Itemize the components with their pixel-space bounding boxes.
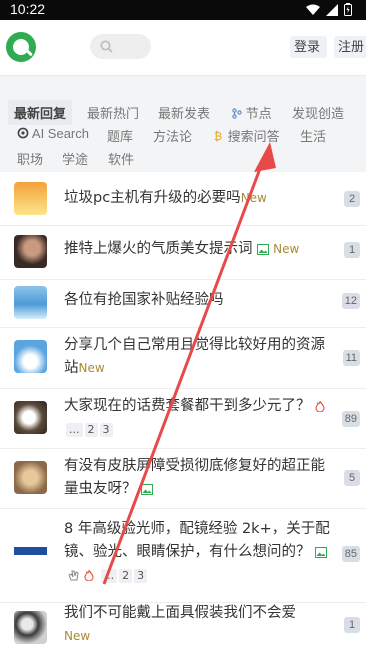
login-button[interactable]: 登录 bbox=[290, 36, 327, 58]
signal-icon bbox=[326, 3, 338, 16]
tab-latest-post[interactable]: 最新发表 bbox=[158, 103, 210, 122]
register-button[interactable]: 注册 bbox=[334, 36, 366, 58]
reply-count-badge[interactable]: 12 bbox=[341, 293, 360, 309]
tab-software[interactable]: 软件 bbox=[108, 149, 134, 168]
topic-title[interactable]: 各位有抢国家补贴经验吗 bbox=[64, 289, 334, 312]
tab-search-qa-label: 搜索问答 bbox=[227, 129, 280, 144]
tab-nodes-label: 节点 bbox=[245, 106, 272, 121]
fire-icon bbox=[314, 401, 325, 412]
topic-title[interactable]: 有没有皮肤屏障受损彻底修复好的超正能量虫友呀？ bbox=[64, 455, 334, 501]
topic-title-text: 8 年高级验光师，配镜经验 2k+，关于配镜、验光、眼睛保护，有什么想问的？ bbox=[64, 521, 330, 560]
fire-icon bbox=[84, 570, 94, 581]
reply-count-badge[interactable]: 1 bbox=[344, 617, 360, 633]
clap-icon bbox=[68, 570, 79, 581]
status-time: 10:22 bbox=[10, 1, 46, 17]
topic-title[interactable]: 8 年高级验光师，配镜经验 2k+，关于配镜、验光、眼睛保护，有什么想问的？ .… bbox=[64, 518, 334, 587]
status-bar: 10:22 bbox=[0, 0, 366, 20]
node-icon bbox=[232, 108, 242, 119]
tab-ai-search[interactable]: AI Search bbox=[17, 126, 89, 141]
new-tag: New bbox=[273, 242, 300, 256]
search-box[interactable] bbox=[90, 34, 151, 59]
image-icon bbox=[256, 244, 269, 255]
tab-latest-hot[interactable]: 最新热门 bbox=[87, 103, 139, 122]
avatar[interactable] bbox=[14, 235, 47, 268]
site-logo[interactable] bbox=[6, 32, 36, 62]
tab-latest-reply[interactable]: 最新回复 bbox=[8, 100, 73, 125]
svg-text:₿: ₿ bbox=[214, 130, 222, 142]
search-icon bbox=[100, 40, 113, 53]
topic-row[interactable]: 我们不可能戴上面具假装我们不会爱 New 1 bbox=[0, 603, 366, 655]
topic-title[interactable]: 垃圾pc主机有升级的必要吗New bbox=[64, 187, 334, 210]
image-icon bbox=[314, 547, 327, 558]
topic-row[interactable]: 垃圾pc主机有升级的必要吗New 2 bbox=[0, 172, 366, 226]
avatar[interactable] bbox=[14, 461, 47, 494]
topic-title-text: 推特上爆火的气质美女提示词 bbox=[64, 241, 253, 257]
topic-row[interactable]: 各位有抢国家补贴经验吗 12 bbox=[0, 280, 366, 328]
avatar[interactable] bbox=[14, 537, 47, 570]
tab-study[interactable]: 学途 bbox=[62, 149, 88, 168]
avatar[interactable] bbox=[14, 611, 47, 644]
avatar[interactable] bbox=[14, 182, 47, 215]
page-link[interactable]: 3 bbox=[99, 423, 113, 437]
tab-nodes[interactable]: 节点 bbox=[232, 103, 272, 122]
page-link[interactable]: 3 bbox=[134, 569, 148, 583]
avatar[interactable] bbox=[14, 286, 47, 319]
tab-methodology[interactable]: 方法论 bbox=[153, 126, 192, 145]
avatar[interactable] bbox=[14, 340, 47, 373]
page-link[interactable]: ... bbox=[100, 569, 118, 583]
tabs-band: 最新回复 最新热门 最新发表 节点 发现创造 AI Search 题库 方法论 … bbox=[0, 76, 366, 172]
tab-ai-search-label: AI Search bbox=[31, 126, 89, 141]
tab-discover[interactable]: 发现创造 bbox=[292, 103, 344, 122]
reply-count-badge[interactable]: 2 bbox=[344, 191, 360, 207]
battery-icon bbox=[344, 3, 352, 16]
new-tag: New bbox=[78, 361, 105, 375]
topic-row[interactable]: 分享几个自己常用且觉得比较好用的资源站New 11 bbox=[0, 328, 366, 389]
topic-title-text: 大家现在的话费套餐都干到多少元了？ bbox=[64, 398, 311, 414]
wifi-icon bbox=[306, 4, 320, 15]
page-link[interactable]: 2 bbox=[119, 569, 133, 583]
topic-title[interactable]: 推特上爆火的气质美女提示词 New bbox=[64, 238, 334, 261]
topic-title-text: 有没有皮肤屏障受损彻底修复好的超正能量虫友呀？ bbox=[64, 458, 325, 497]
topic-row[interactable]: 有没有皮肤屏障受损彻底修复好的超正能量虫友呀？ 5 bbox=[0, 449, 366, 509]
reply-count-badge[interactable]: 1 bbox=[344, 242, 360, 258]
top-header: 登录 注册 bbox=[0, 20, 366, 75]
topic-row[interactable]: 8 年高级验光师，配镜经验 2k+，关于配镜、验光、眼睛保护，有什么想问的？ .… bbox=[0, 509, 366, 603]
topic-row[interactable]: 大家现在的话费套餐都干到多少元了？ ... 2 3 89 bbox=[0, 389, 366, 449]
new-tag: New bbox=[64, 629, 91, 643]
reply-count-badge[interactable]: 5 bbox=[344, 470, 360, 486]
topic-title[interactable]: 分享几个自己常用且觉得比较好用的资源站New bbox=[64, 334, 334, 380]
tab-life[interactable]: 生活 bbox=[300, 126, 326, 145]
tab-workplace[interactable]: 职场 bbox=[17, 149, 43, 168]
reply-count-badge[interactable]: 11 bbox=[342, 350, 360, 366]
tab-question-bank[interactable]: 题库 bbox=[107, 126, 133, 145]
openai-icon bbox=[17, 127, 29, 139]
tab-search-qa[interactable]: ₿ 搜索问答 bbox=[214, 126, 280, 145]
topic-title-text: 垃圾pc主机有升级的必要吗 bbox=[64, 190, 241, 206]
topic-title-text: 各位有抢国家补贴经验吗 bbox=[64, 292, 224, 308]
bitcoin-icon: ₿ bbox=[214, 130, 222, 143]
reply-count-badge[interactable]: 89 bbox=[341, 411, 360, 427]
topic-row[interactable]: 推特上爆火的气质美女提示词 New 1 bbox=[0, 226, 366, 280]
page-link[interactable]: 2 bbox=[84, 423, 98, 437]
topic-title[interactable]: 我们不可能戴上面具假装我们不会爱 New bbox=[64, 602, 334, 648]
topic-title-text: 我们不可能戴上面具假装我们不会爱 bbox=[64, 605, 296, 621]
page-link[interactable]: ... bbox=[66, 423, 83, 437]
image-icon bbox=[140, 484, 153, 495]
topic-title[interactable]: 大家现在的话费套餐都干到多少元了？ ... 2 3 bbox=[64, 395, 334, 441]
new-tag: New bbox=[240, 191, 267, 205]
reply-count-badge[interactable]: 85 bbox=[341, 546, 360, 562]
status-icons bbox=[306, 3, 352, 16]
avatar[interactable] bbox=[14, 401, 47, 434]
